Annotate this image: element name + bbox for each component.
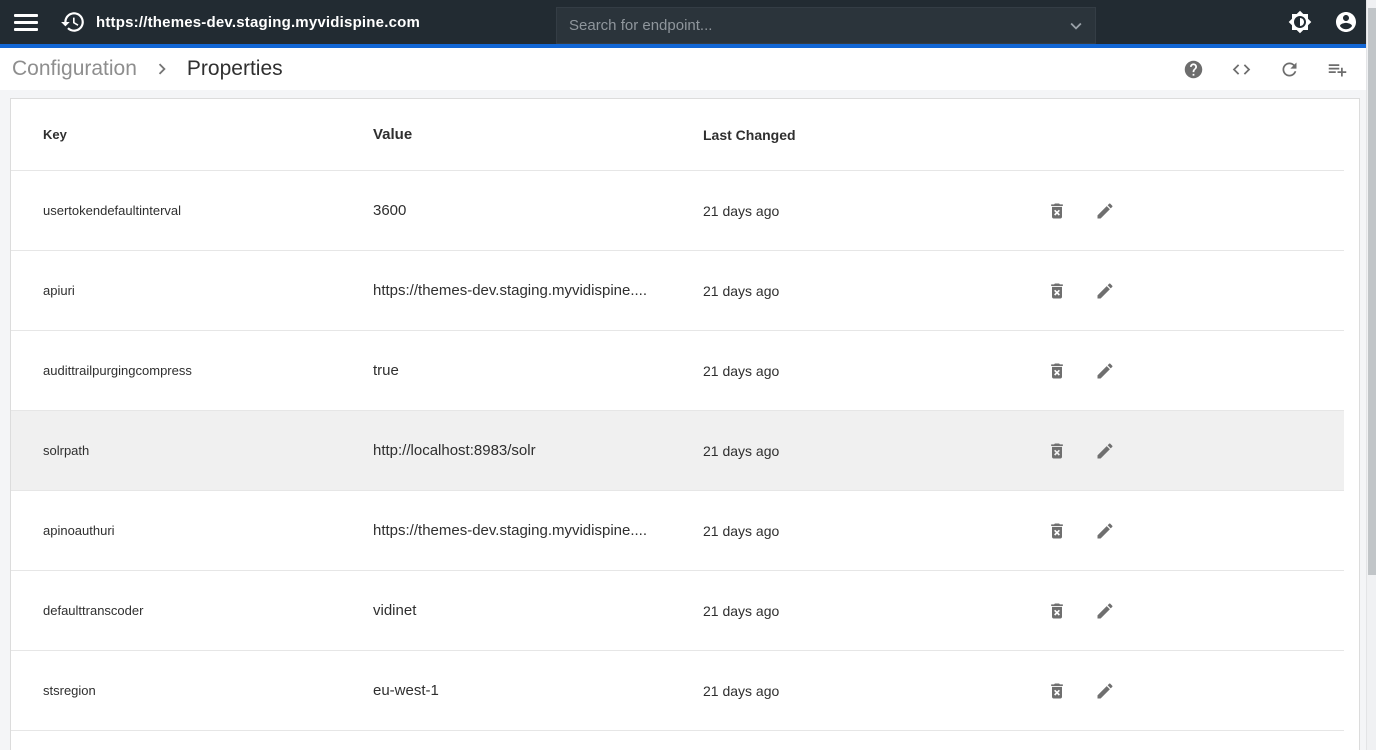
property-last-changed: 21 days ago — [703, 683, 1033, 699]
chevron-right-icon — [151, 58, 173, 80]
table-row[interactable]: usertokendefaultinterval 3600 21 days ag… — [11, 171, 1344, 251]
table-row[interactable]: apiuri https://themes-dev.staging.myvidi… — [11, 251, 1344, 331]
property-key: apinoauthuri — [43, 523, 373, 538]
delete-button[interactable] — [1033, 187, 1081, 235]
playlist-add-icon — [1327, 59, 1348, 80]
page-toolbar — [1169, 49, 1361, 89]
refresh-button[interactable] — [1265, 49, 1313, 89]
table-row[interactable]: stsregion eu-west-1 21 days ago — [11, 651, 1344, 731]
property-value: eu-west-1 — [373, 682, 703, 699]
property-value: https://themes-dev.staging.myvidispine..… — [373, 282, 703, 299]
row-actions — [1033, 187, 1129, 235]
trash-icon — [1047, 441, 1067, 461]
table-header-row: Key Value Last Changed — [11, 99, 1344, 171]
table-row[interactable]: defaulttranscoder vidinet 21 days ago — [11, 571, 1344, 651]
property-last-changed: 21 days ago — [703, 603, 1033, 619]
edit-button[interactable] — [1081, 587, 1129, 635]
edit-button[interactable] — [1081, 347, 1129, 395]
row-actions — [1033, 427, 1129, 475]
trash-icon — [1047, 521, 1067, 541]
column-header-key: Key — [43, 127, 373, 142]
property-key: apiuri — [43, 283, 373, 298]
property-value: vidinet — [373, 602, 703, 619]
edit-button[interactable] — [1081, 187, 1129, 235]
trash-icon — [1047, 201, 1067, 221]
table-body: usertokendefaultinterval 3600 21 days ag… — [11, 171, 1344, 731]
account-icon[interactable] — [1334, 10, 1358, 34]
delete-button[interactable] — [1033, 427, 1081, 475]
app-bar: https://themes-dev.staging.myvidispine.c… — [0, 0, 1376, 44]
property-last-changed: 21 days ago — [703, 443, 1033, 459]
trash-icon — [1047, 681, 1067, 701]
table-row[interactable]: solrpath http://localhost:8983/solr 21 d… — [11, 411, 1344, 491]
trash-icon — [1047, 281, 1067, 301]
property-last-changed: 21 days ago — [703, 283, 1033, 299]
property-last-changed: 21 days ago — [703, 523, 1033, 539]
scrollbar-thumb[interactable] — [1368, 8, 1376, 575]
delete-button[interactable] — [1033, 267, 1081, 315]
property-value: https://themes-dev.staging.myvidispine..… — [373, 522, 703, 539]
theme-toggle-icon[interactable] — [1288, 10, 1312, 34]
delete-button[interactable] — [1033, 347, 1081, 395]
breadcrumb: Configuration Properties — [0, 48, 1376, 90]
row-actions — [1033, 267, 1129, 315]
property-value: http://localhost:8983/solr — [373, 442, 703, 459]
search-input[interactable] — [557, 8, 1065, 43]
delete-button[interactable] — [1033, 507, 1081, 555]
menu-icon[interactable] — [14, 14, 38, 31]
refresh-icon — [1279, 59, 1300, 80]
property-key: stsregion — [43, 683, 373, 698]
property-key: usertokendefaultinterval — [43, 203, 373, 218]
edit-button[interactable] — [1081, 507, 1129, 555]
trash-icon — [1047, 601, 1067, 621]
edit-button[interactable] — [1081, 667, 1129, 715]
pencil-icon — [1095, 361, 1115, 381]
endpoint-search-box — [556, 7, 1096, 44]
delete-button[interactable] — [1033, 667, 1081, 715]
row-actions — [1033, 667, 1129, 715]
property-key: audittrailpurgingcompress — [43, 363, 373, 378]
property-last-changed: 21 days ago — [703, 203, 1033, 219]
page-content: Key Value Last Changed usertokendefaulti… — [0, 90, 1376, 750]
property-key: solrpath — [43, 443, 373, 458]
property-key: defaulttranscoder — [43, 603, 373, 618]
row-actions — [1033, 347, 1129, 395]
chevron-down-icon[interactable] — [1065, 15, 1087, 37]
app-bar-actions — [1288, 0, 1358, 44]
table-row[interactable]: audittrailpurgingcompress true 21 days a… — [11, 331, 1344, 411]
breadcrumb-properties: Properties — [187, 57, 283, 81]
row-actions — [1033, 587, 1129, 635]
site-url: https://themes-dev.staging.myvidispine.c… — [96, 14, 420, 31]
column-header-value: Value — [373, 126, 703, 143]
trash-icon — [1047, 361, 1067, 381]
properties-card: Key Value Last Changed usertokendefaulti… — [10, 98, 1360, 750]
table-row[interactable]: apinoauthuri https://themes-dev.staging.… — [11, 491, 1344, 571]
pencil-icon — [1095, 681, 1115, 701]
delete-button[interactable] — [1033, 587, 1081, 635]
breadcrumb-configuration[interactable]: Configuration — [12, 57, 137, 81]
code-button[interactable] — [1217, 49, 1265, 89]
edit-button[interactable] — [1081, 427, 1129, 475]
history-icon[interactable] — [60, 9, 86, 35]
property-last-changed: 21 days ago — [703, 363, 1033, 379]
pencil-icon — [1095, 281, 1115, 301]
scrollbar[interactable] — [1366, 0, 1376, 750]
row-actions — [1033, 507, 1129, 555]
help-button[interactable] — [1169, 49, 1217, 89]
pencil-icon — [1095, 201, 1115, 221]
property-value: true — [373, 362, 703, 379]
pencil-icon — [1095, 521, 1115, 541]
column-header-last-changed: Last Changed — [703, 127, 1033, 143]
add-property-button[interactable] — [1313, 49, 1361, 89]
edit-button[interactable] — [1081, 267, 1129, 315]
pencil-icon — [1095, 601, 1115, 621]
code-icon — [1231, 59, 1252, 80]
property-value: 3600 — [373, 202, 703, 219]
pencil-icon — [1095, 441, 1115, 461]
help-icon — [1183, 59, 1204, 80]
